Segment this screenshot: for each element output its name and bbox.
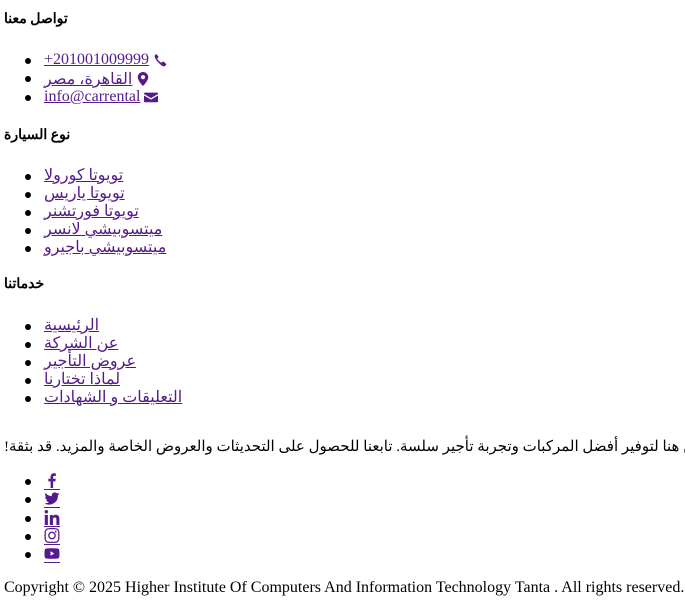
phone-link[interactable]: +201001009999 <box>44 51 167 69</box>
car-type-link[interactable]: تويوتا فورتشنر <box>44 201 139 221</box>
copyright-text: Copyright © 2025 Higher Institute Of Com… <box>4 579 685 596</box>
list-bullet <box>25 516 31 522</box>
linkedin-link[interactable] <box>44 510 60 527</box>
service-link[interactable]: التعليقات و الشهادات <box>44 387 182 407</box>
email-text: info@carrental <box>44 88 141 105</box>
contact-heading: تواصل معنا <box>4 12 68 27</box>
youtube-icon <box>44 548 60 559</box>
list-bullet <box>25 324 31 330</box>
youtube-link[interactable] <box>44 546 60 563</box>
list-bullet <box>25 396 31 402</box>
car-types-heading: نوع السيارة <box>4 128 71 143</box>
phone-icon <box>154 54 167 67</box>
list-bullet <box>25 76 31 82</box>
car-type-link[interactable]: ميتسوبيشي باجيرو <box>44 237 166 257</box>
service-link[interactable]: عن الشركة <box>44 333 118 353</box>
car-type-link[interactable]: تويوتا ياريس <box>44 183 125 203</box>
facebook-link[interactable] <box>44 473 60 490</box>
list-bullet <box>25 342 31 348</box>
service-link[interactable]: لماذا تختارنا <box>44 369 120 389</box>
list-bullet <box>25 210 31 216</box>
list-bullet <box>25 360 31 366</box>
list-bullet <box>25 58 31 64</box>
location-link[interactable]: القاهرة، مصر <box>44 69 150 89</box>
services-heading: خدماتنا <box>4 277 45 292</box>
footer-page: تواصل معنا +201001009999 القاهرة، مصر in… <box>0 0 685 606</box>
phone-number: +201001009999 <box>44 51 150 68</box>
list-bullet <box>25 95 31 101</box>
list-bullet <box>25 552 31 558</box>
twitter-link[interactable] <box>44 491 60 508</box>
list-bullet <box>25 497 31 503</box>
list-bullet <box>25 479 31 485</box>
list-bullet <box>25 534 31 540</box>
service-link[interactable]: الرئيسية <box>44 315 99 335</box>
list-bullet <box>25 378 31 384</box>
location-text: القاهرة، مصر <box>44 71 133 88</box>
list-bullet <box>25 246 31 252</box>
email-link[interactable]: info@carrental <box>44 88 159 106</box>
about-text: نحن هنا لتوفير أفضل المركبات وتجربة تأجي… <box>4 439 685 455</box>
car-type-link[interactable]: ميتسوبيشي لانسر <box>44 219 162 239</box>
instagram-link[interactable] <box>44 528 60 545</box>
linkedin-icon <box>44 510 60 525</box>
envelope-icon <box>144 92 159 103</box>
service-link[interactable]: عروض التأجير <box>44 351 136 371</box>
twitter-icon <box>44 492 60 505</box>
map-marker-icon <box>138 72 149 86</box>
list-bullet <box>25 174 31 180</box>
instagram-icon <box>44 528 60 543</box>
car-type-link[interactable]: تويوتا كورولا <box>44 165 123 185</box>
list-bullet <box>25 228 31 234</box>
facebook-icon <box>48 473 56 488</box>
list-bullet <box>25 192 31 198</box>
